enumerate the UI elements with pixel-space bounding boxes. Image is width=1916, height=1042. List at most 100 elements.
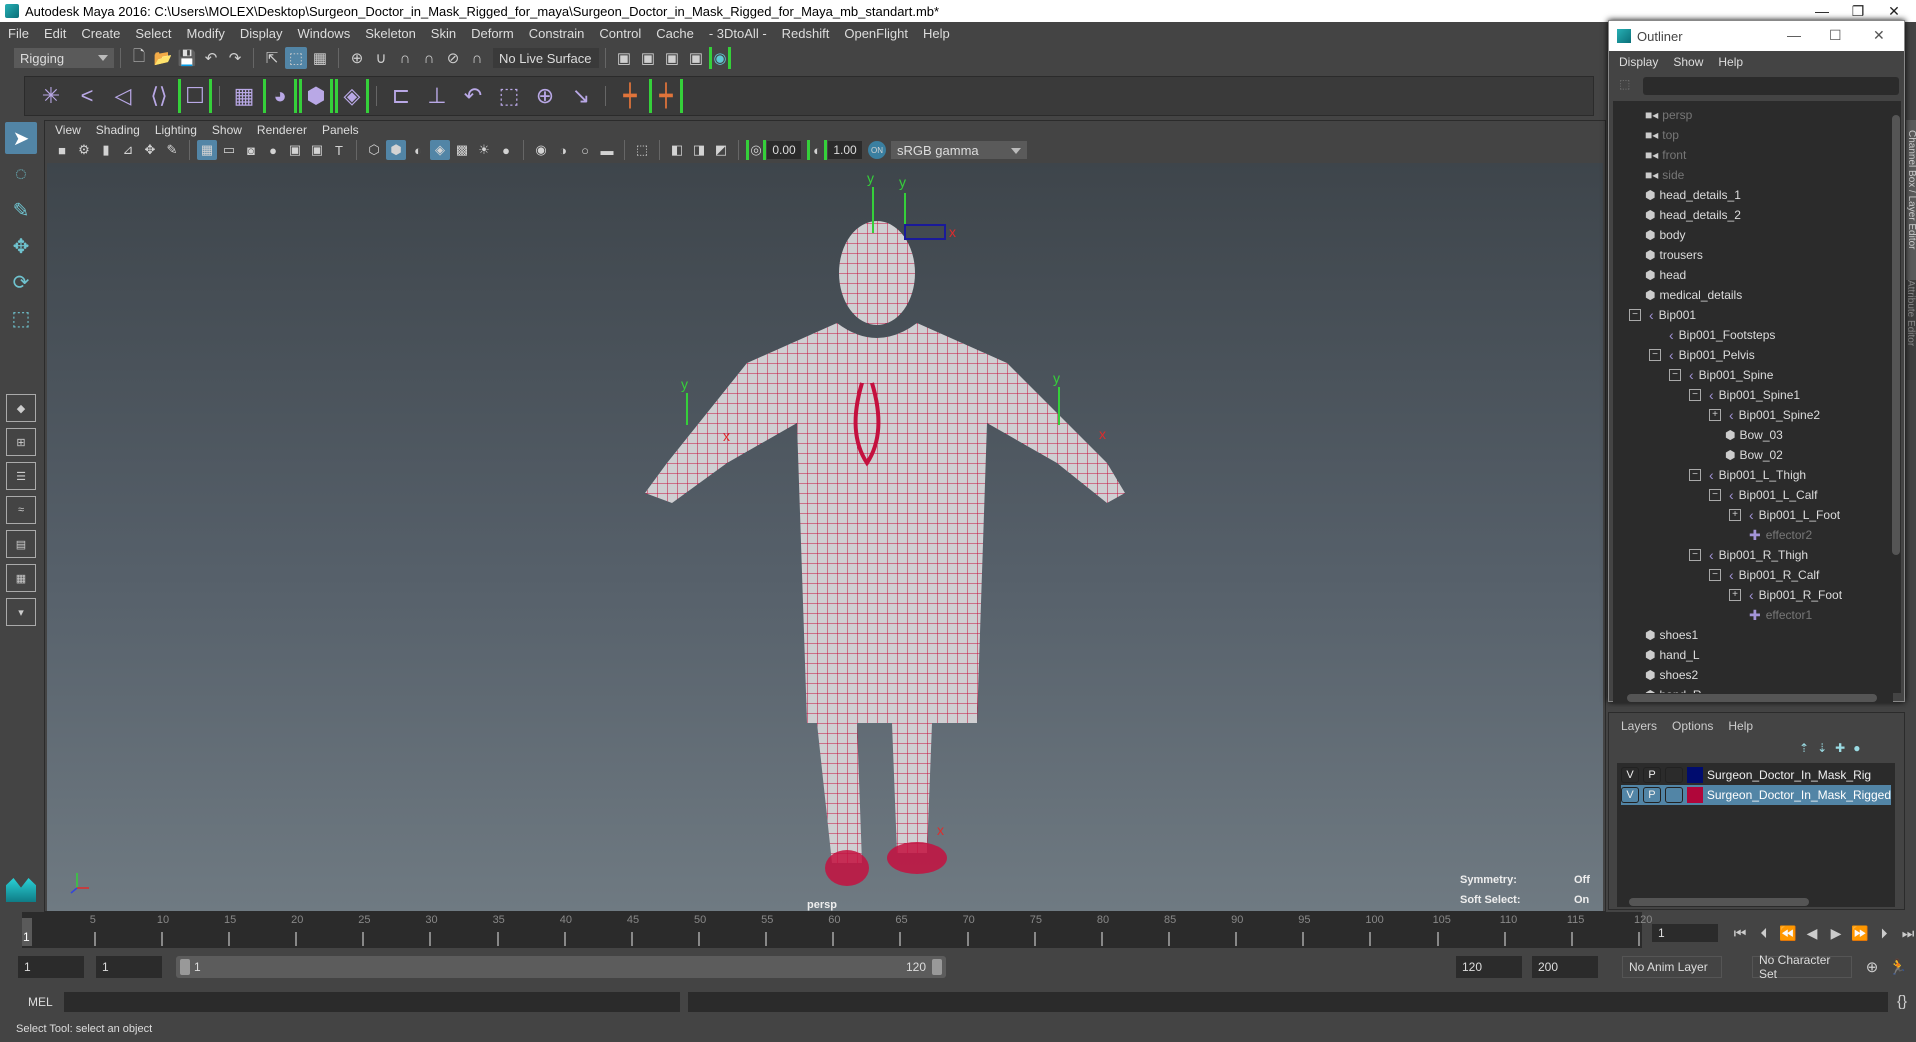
make-live-icon[interactable]: ⊘ bbox=[442, 47, 464, 69]
outliner-item[interactable]: ✚ effector1 bbox=[1749, 605, 1812, 625]
expand-toggle[interactable]: + bbox=[1709, 409, 1721, 421]
outliner-item[interactable]: ⬢ medical_details bbox=[1645, 285, 1742, 305]
single-perspective-layout-icon[interactable]: ◆ bbox=[6, 394, 36, 422]
outliner-item[interactable]: ⬢ head_details_2 bbox=[1645, 205, 1741, 225]
resolution-gate-icon[interactable]: ◙ bbox=[241, 140, 261, 160]
current-frame-marker[interactable]: 1 bbox=[22, 918, 32, 946]
lasso-tool-icon[interactable]: ◌ bbox=[5, 158, 37, 190]
menu-skeleton[interactable]: Skeleton bbox=[365, 26, 416, 41]
menu-redshift[interactable]: Redshift bbox=[782, 26, 830, 41]
safe-action-icon[interactable]: ▣ bbox=[307, 140, 327, 160]
outliner-item[interactable]: ‹ Bip001_L_Foot bbox=[1749, 505, 1840, 525]
hypershade-icon[interactable]: ◉ bbox=[709, 47, 731, 69]
joint-tool-icon[interactable]: ✳ bbox=[34, 79, 68, 113]
rotate-tool-icon[interactable]: ⟳ bbox=[5, 266, 37, 298]
live-surface-field[interactable]: No Live Surface bbox=[493, 48, 599, 68]
menu-file[interactable]: File bbox=[8, 26, 29, 41]
image-plane-icon[interactable]: ⊿ bbox=[118, 140, 138, 160]
outliner-item[interactable]: ‹ Bip001_Footsteps bbox=[1669, 325, 1775, 345]
anim-layer-dropdown[interactable]: No Anim Layer bbox=[1622, 956, 1722, 978]
outliner-item[interactable]: ⬢ hand_L bbox=[1645, 645, 1700, 665]
smooth-shade-icon[interactable]: ⬢ bbox=[386, 140, 406, 160]
open-scene-icon[interactable]: 📂 bbox=[152, 47, 174, 69]
render-frame-icon[interactable]: ▣ bbox=[637, 47, 659, 69]
hypershade-layout-icon[interactable]: ▤ bbox=[6, 530, 36, 558]
step-back-key-icon[interactable]: ⏪ bbox=[1777, 922, 1799, 944]
xray-icon[interactable]: ◧ bbox=[667, 140, 687, 160]
move-layer-up-icon[interactable]: ⇡ bbox=[1799, 741, 1809, 755]
cluster-icon[interactable]: ◈ bbox=[335, 79, 369, 113]
xray-components-icon[interactable]: ◩ bbox=[711, 140, 731, 160]
outliner-item[interactable]: ‹ Bip001_R_Thigh bbox=[1709, 545, 1808, 565]
menu-select[interactable]: Select bbox=[135, 26, 171, 41]
outliner-item[interactable]: ‹ Bip001_Spine bbox=[1689, 365, 1773, 385]
menu-deform[interactable]: Deform bbox=[471, 26, 514, 41]
new-layer-from-selection-icon[interactable]: ● bbox=[1853, 741, 1860, 755]
outliner-item[interactable]: ⬢ Bow_03 bbox=[1725, 425, 1783, 445]
viewport-menu-view[interactable]: View bbox=[55, 123, 81, 137]
outliner-item[interactable]: ⬢ Bow_02 bbox=[1725, 445, 1783, 465]
layer-visibility-toggle[interactable]: V bbox=[1621, 787, 1639, 803]
select-tool-icon[interactable]: ➤ bbox=[5, 122, 37, 154]
animation-preferences-icon[interactable]: 🏃 bbox=[1887, 956, 1909, 978]
parent-constraint-icon[interactable]: ⊏ bbox=[384, 79, 418, 113]
outliner-item[interactable]: ■◂ persp bbox=[1645, 105, 1692, 125]
safe-title-icon[interactable]: T bbox=[329, 140, 349, 160]
range-end-handle[interactable] bbox=[932, 959, 942, 975]
outliner-close-button[interactable]: ✕ bbox=[1873, 27, 1885, 44]
play-forwards-icon[interactable]: ▶ bbox=[1825, 922, 1847, 944]
script-editor-icon[interactable]: {} bbox=[1891, 990, 1913, 1012]
auto-key-icon[interactable]: ⊕ bbox=[1861, 956, 1883, 978]
add-attribute-icon[interactable]: ┿ bbox=[613, 79, 647, 113]
go-to-end-icon[interactable]: ⏭ bbox=[1897, 922, 1916, 944]
command-language-label[interactable]: MEL bbox=[28, 995, 53, 1009]
outliner-item[interactable]: ‹ Bip001_Pelvis bbox=[1669, 345, 1755, 365]
layer-row-selected[interactable]: V P Surgeon_Doctor_In_Mask_Rigged bbox=[1621, 785, 1891, 805]
wireframe-icon[interactable]: ⬡ bbox=[364, 140, 384, 160]
new-scene-icon[interactable]: 🗋 bbox=[128, 47, 150, 69]
default-material-icon[interactable]: ◐ bbox=[408, 140, 428, 160]
current-frame-field[interactable]: 1 bbox=[1652, 924, 1718, 942]
select-component-icon[interactable]: ▦ bbox=[309, 47, 331, 69]
range-start-handle[interactable] bbox=[180, 959, 190, 975]
layer-display-type-toggle[interactable] bbox=[1664, 787, 1683, 803]
humanik-icon[interactable]: ☐ bbox=[178, 79, 212, 113]
step-forward-key-icon[interactable]: ⏩ bbox=[1849, 922, 1871, 944]
scrollbar-thumb[interactable] bbox=[1892, 115, 1900, 555]
outliner-item[interactable]: ✚ effector2 bbox=[1749, 525, 1812, 545]
minimize-button[interactable]: — bbox=[1804, 0, 1840, 22]
outliner-item[interactable]: ‹ Bip001_L_Calf bbox=[1729, 485, 1817, 505]
smooth-bind-icon[interactable]: ◕ bbox=[263, 79, 297, 113]
move-tool-icon[interactable]: ✥ bbox=[5, 230, 37, 262]
isolate-select-icon[interactable]: ⬚ bbox=[632, 140, 652, 160]
snap-point-icon[interactable]: ∩ bbox=[394, 47, 416, 69]
snap-view-plane-icon[interactable]: ∩ bbox=[418, 47, 440, 69]
outliner-item[interactable]: ⬢hand_R bbox=[1645, 685, 1702, 693]
paint-select-tool-icon[interactable]: ✎ bbox=[5, 194, 37, 226]
more-layouts-icon[interactable]: ▾ bbox=[6, 598, 36, 626]
layer-color-swatch[interactable] bbox=[1686, 787, 1703, 803]
command-input[interactable] bbox=[64, 992, 680, 1012]
paint-weights-icon[interactable]: ▦ bbox=[227, 79, 261, 113]
outliner-item[interactable]: ⬢ trousers bbox=[1645, 245, 1703, 265]
camera-attributes-icon[interactable]: ⚙ bbox=[74, 140, 94, 160]
outliner-item[interactable]: ■◂ side bbox=[1645, 165, 1684, 185]
playback-end-field[interactable]: 120 bbox=[1456, 956, 1522, 978]
filter-icon[interactable]: ⬚ bbox=[1619, 77, 1630, 91]
anti-aliasing-icon[interactable]: ○ bbox=[575, 140, 595, 160]
layers-menu-help[interactable]: Help bbox=[1728, 719, 1753, 733]
menu-openflight[interactable]: OpenFlight bbox=[844, 26, 908, 41]
point-constraint-icon[interactable]: ⊥ bbox=[420, 79, 454, 113]
collapse-toggle[interactable]: − bbox=[1709, 569, 1721, 581]
gamma-field[interactable]: 1.00 bbox=[828, 141, 862, 159]
outliner-item[interactable]: ⬢ head bbox=[1645, 265, 1686, 285]
animation-start-field[interactable]: 1 bbox=[18, 956, 84, 978]
shadows-icon[interactable]: ● bbox=[496, 140, 516, 160]
viewport-menu-shading[interactable]: Shading bbox=[96, 123, 140, 137]
render-settings-icon[interactable]: ▣ bbox=[613, 47, 635, 69]
new-empty-layer-icon[interactable]: ✚ bbox=[1835, 741, 1845, 755]
scrollbar-thumb[interactable] bbox=[1627, 694, 1877, 702]
outliner-menu-display[interactable]: Display bbox=[1619, 55, 1658, 69]
wireframe-on-shaded-icon[interactable]: ◈ bbox=[430, 140, 450, 160]
layer-row[interactable]: V P Surgeon_Doctor_In_Mask_Rig bbox=[1621, 765, 1891, 785]
